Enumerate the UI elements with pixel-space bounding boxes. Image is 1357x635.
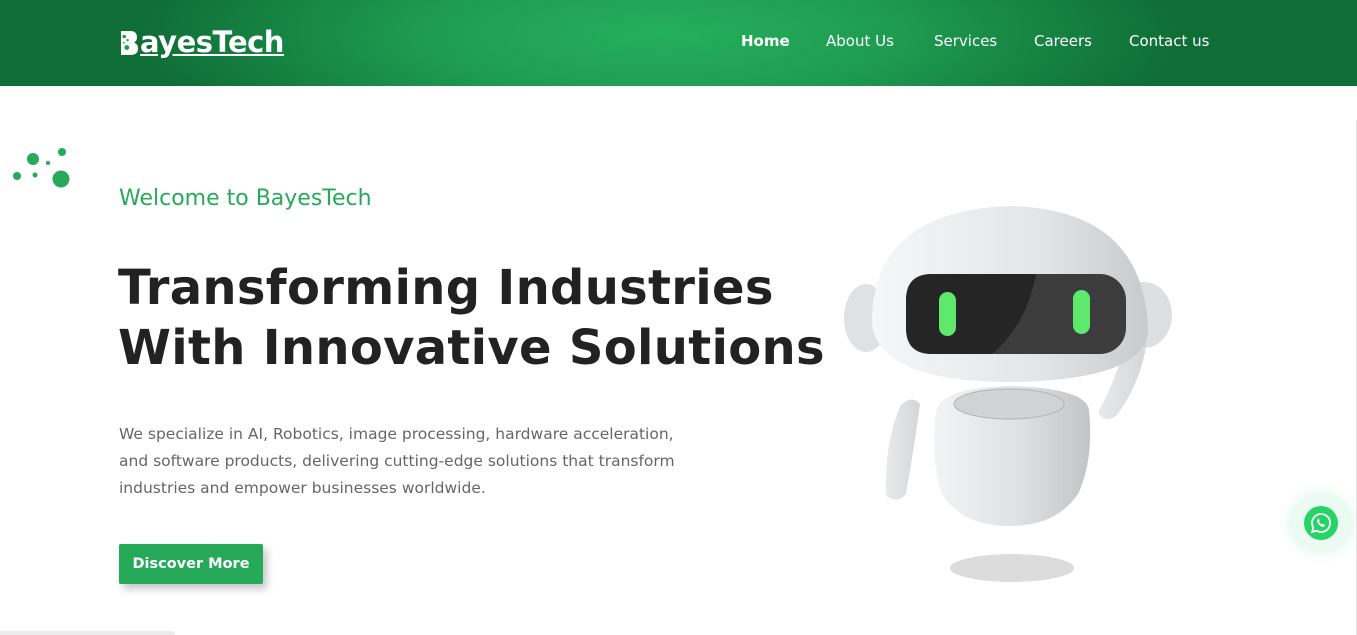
main-nav: Home About Us Services Careers Contact u… (0, 30, 1357, 52)
nav-home[interactable]: Home (741, 30, 790, 52)
nav-careers[interactable]: Careers (1034, 30, 1092, 52)
whatsapp-icon (1310, 513, 1332, 534)
headline-line-2: With Innovative Solutions (118, 320, 825, 376)
nav-about-us[interactable]: About Us (826, 30, 894, 52)
robot-right-eye (1073, 290, 1090, 334)
headline-line-1: Transforming Industries (118, 260, 774, 316)
whatsapp-button[interactable] (1304, 506, 1338, 540)
nav-services[interactable]: Services (934, 30, 997, 52)
robot-body-collar (953, 388, 1065, 420)
site-header: ayesTech Home About Us Services Careers … (0, 0, 1357, 86)
bottom-strip (0, 631, 175, 635)
robot-left-eye (939, 292, 956, 336)
nav-contact-us[interactable]: Contact us (1129, 30, 1209, 52)
discover-more-button[interactable]: Discover More (119, 544, 263, 584)
robot-illustration (844, 206, 1172, 582)
decorative-dots (13, 148, 70, 188)
welcome-text: Welcome to BayesTech (119, 186, 372, 211)
robot-shadow (950, 554, 1074, 582)
hero-description: We specialize in AI, Robotics, image pro… (119, 425, 675, 497)
robot-left-arm (885, 399, 920, 500)
hero-headline: Transforming Industries With Innovative … (118, 258, 825, 378)
